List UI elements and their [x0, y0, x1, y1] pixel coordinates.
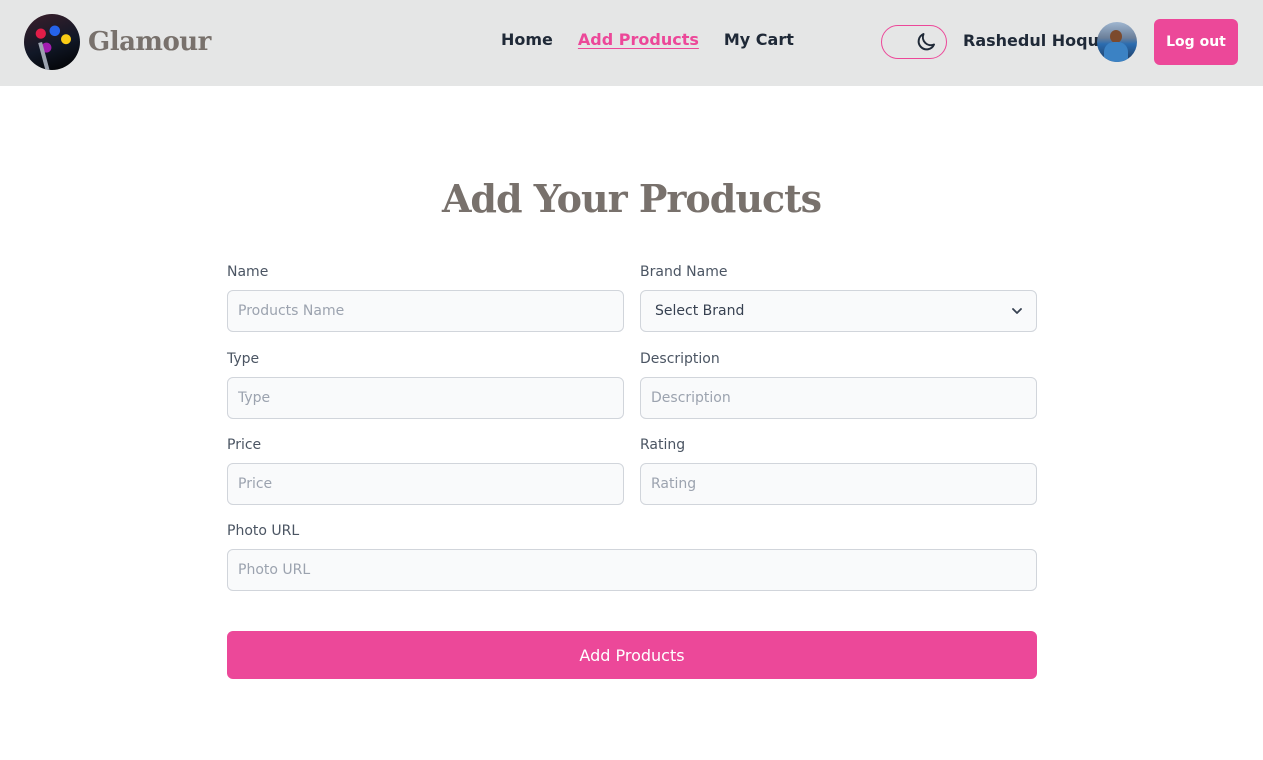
brand-name: Glamour	[88, 27, 211, 57]
add-products-button[interactable]: Add Products	[227, 631, 1037, 679]
brand-select[interactable]: Select Brand	[640, 290, 1037, 332]
nav-link-my-cart[interactable]: My Cart	[724, 30, 794, 49]
nav-links: Home Add Products My Cart	[501, 30, 819, 49]
moon-icon	[917, 33, 935, 51]
name-label: Name	[227, 264, 269, 280]
user-name: Rashedul Hoque	[963, 31, 1110, 50]
price-label: Price	[227, 437, 262, 453]
name-input[interactable]	[227, 290, 624, 332]
type-label: Type	[227, 351, 260, 367]
nav-link-home[interactable]: Home	[501, 30, 553, 49]
logout-button[interactable]: Log out	[1154, 19, 1238, 65]
page-title: Add Your Products	[441, 176, 822, 221]
photo-url-label: Photo URL	[227, 523, 300, 539]
brand-logo	[24, 14, 80, 70]
price-input[interactable]	[227, 463, 624, 505]
navbar: Glamour Home Add Products My Cart Rashed…	[0, 0, 1263, 86]
avatar[interactable]	[1097, 22, 1137, 62]
chevron-down-icon	[1012, 308, 1022, 314]
type-input[interactable]	[227, 377, 624, 419]
nav-link-add-products[interactable]: Add Products	[578, 30, 699, 49]
description-label: Description	[640, 351, 720, 367]
brand-label: Brand Name	[640, 264, 728, 280]
brand[interactable]: Glamour	[24, 14, 211, 70]
description-input[interactable]	[640, 377, 1037, 419]
photo-url-input[interactable]	[227, 549, 1037, 591]
rating-label: Rating	[640, 437, 686, 453]
brand-select-value: Select Brand	[655, 303, 745, 319]
theme-toggle[interactable]	[881, 25, 947, 59]
rating-input[interactable]	[640, 463, 1037, 505]
